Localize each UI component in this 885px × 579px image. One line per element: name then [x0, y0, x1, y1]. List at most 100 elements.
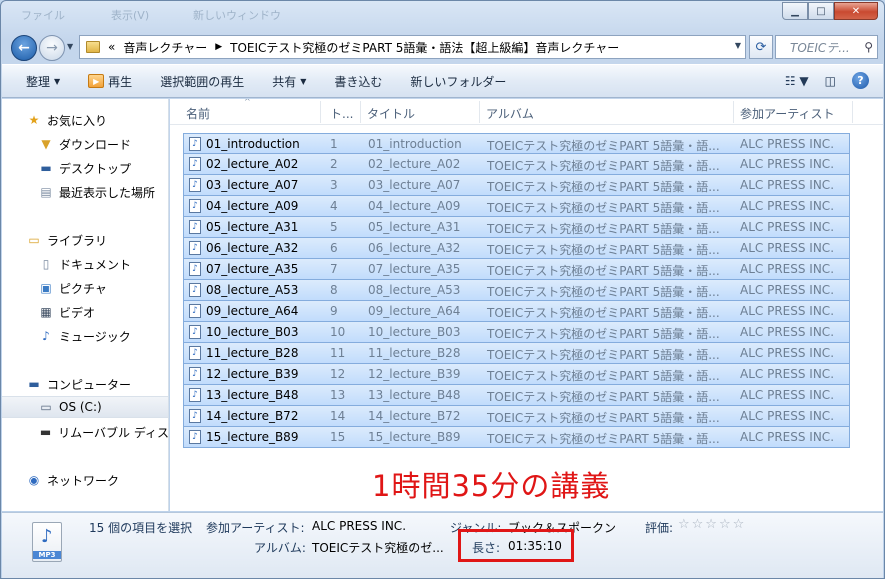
file-row[interactable]: ♪ 05_lecture_A31 5 05_lecture_A31 TOEICテスト究極…: [183, 217, 850, 238]
help-icon[interactable]: ?: [852, 72, 869, 89]
track-title: 08_lecture_A53: [368, 283, 461, 297]
track-title: 02_lecture_A02: [368, 157, 461, 171]
file-row[interactable]: ♪ 08_lecture_A53 8 08_lecture_A53 TOEICテスト究極…: [183, 280, 850, 301]
album-name: TOEICテスト究極のゼミPART 5語彙・語...: [487, 180, 720, 194]
artist-name: ALC PRESS INC.: [740, 346, 835, 360]
sidebar-item-network[interactable]: ◉ ネットワーク: [2, 469, 168, 491]
file-row[interactable]: ♪ 12_lecture_B39 12 12_lecture_B39 TOEICテスト究…: [183, 364, 850, 385]
music-note-icon: ♪: [42, 329, 50, 343]
sidebar-item-removable-disk[interactable]: ▬ リムーバブル ディス: [2, 421, 168, 443]
artist-value[interactable]: ALC PRESS INC.: [312, 519, 406, 533]
file-row[interactable]: ♪ 10_lecture_B03 10 10_lecture_B03 TOEICテスト究…: [183, 322, 850, 343]
column-header-album[interactable]: アルバム: [486, 105, 534, 122]
organize-button[interactable]: 整理 ▼: [26, 73, 60, 90]
file-type-label: MP3: [33, 551, 61, 559]
chevron-down-icon: ▼: [54, 76, 61, 86]
play-button[interactable]: ▶ 再生: [88, 73, 132, 90]
audio-file-icon: ♪: [189, 325, 201, 339]
address-bar[interactable]: « 音声レクチャー ▶ TOEICテスト究極のゼミPART 5語彙・語法【超上級…: [79, 35, 746, 59]
track-number: 7: [330, 262, 338, 276]
recent-pages-dropdown-icon[interactable]: ▼: [67, 42, 73, 51]
audio-file-icon: ♪: [189, 304, 201, 318]
sidebar-item-downloads[interactable]: ▼ ダウンロード: [2, 133, 168, 155]
artist-name: ALC PRESS INC.: [740, 388, 835, 402]
share-button[interactable]: 共有 ▼: [272, 73, 306, 90]
file-row[interactable]: ♪ 14_lecture_B72 14 14_lecture_B72 TOEICテスト究…: [183, 406, 850, 427]
track-number: 2: [330, 157, 338, 171]
sidebar-item-recent-places[interactable]: ▤ 最近表示した場所: [2, 181, 168, 203]
file-row[interactable]: ♪ 13_lecture_B48 13 13_lecture_B48 TOEICテスト究…: [183, 385, 850, 406]
sidebar-item-pictures[interactable]: ▣ ピクチャ: [2, 277, 168, 299]
new-folder-button[interactable]: 新しいフォルダー: [410, 73, 506, 90]
play-selection-label: 選択範囲の再生: [160, 74, 245, 89]
sidebar-label: ミュージック: [59, 329, 131, 344]
column-divider[interactable]: [852, 101, 853, 123]
sidebar-item-desktop[interactable]: ▬ デスクトップ: [2, 157, 168, 179]
sidebar-item-videos[interactable]: ▦ ビデオ: [2, 301, 168, 323]
file-row[interactable]: ♪ 06_lecture_A32 6 06_lecture_A32 TOEICテスト究極…: [183, 238, 850, 259]
refresh-button[interactable]: ⟳: [749, 35, 773, 59]
file-row[interactable]: ♪ 09_lecture_A64 9 09_lecture_A64 TOEICテスト究極…: [183, 301, 850, 322]
column-divider[interactable]: [360, 101, 361, 123]
sidebar-label: ネットワーク: [47, 473, 120, 488]
track-number: 12: [330, 367, 346, 381]
album-name: TOEICテスト究極のゼミPART 5語彙・語...: [487, 306, 720, 320]
sidebar-item-libraries[interactable]: ▭ ライブラリ: [2, 229, 168, 251]
sidebar-item-os-drive[interactable]: ▭ OS (C:): [2, 396, 168, 418]
close-button[interactable]: ✕: [834, 2, 878, 20]
album-value[interactable]: TOEICテスト究極のゼ...: [312, 539, 444, 556]
window-controls: ▁ □ ✕: [782, 2, 878, 20]
maximize-button[interactable]: □: [808, 2, 834, 20]
album-name: TOEICテスト究極のゼミPART 5語彙・語...: [487, 327, 720, 341]
library-icon: ▭: [28, 233, 40, 247]
artist-name: ALC PRESS INC.: [740, 262, 835, 276]
minimize-button[interactable]: ▁: [782, 2, 808, 20]
artist-name: ALC PRESS INC.: [740, 137, 835, 151]
column-header-title[interactable]: タイトル: [367, 105, 415, 122]
breadcrumb-root[interactable]: «: [108, 40, 115, 54]
sidebar-item-music[interactable]: ♪ ミュージック: [2, 325, 168, 347]
column-divider[interactable]: [320, 101, 321, 123]
rating-stars[interactable]: ☆☆☆☆☆: [678, 517, 746, 532]
track-title: 12_lecture_B39: [368, 367, 461, 381]
details-pane: ♪ MP3 15 個の項目を選択 参加アーティスト: ALC PRESS INC…: [2, 512, 883, 578]
file-row[interactable]: ♪ 11_lecture_B28 11 11_lecture_B28 TOEICテスト究…: [183, 343, 850, 364]
breadcrumb-separator-icon[interactable]: ▶: [215, 42, 222, 52]
back-button[interactable]: ←: [11, 35, 37, 61]
track-title: 07_lecture_A35: [368, 262, 461, 276]
forward-button[interactable]: →: [39, 35, 65, 61]
column-divider[interactable]: [733, 101, 734, 123]
file-row[interactable]: ♪ 15_lecture_B89 15 15_lecture_B89 TOEICテスト究…: [183, 427, 850, 448]
burn-button[interactable]: 書き込む: [334, 73, 382, 90]
column-divider[interactable]: [479, 101, 480, 123]
file-row[interactable]: ♪ 04_lecture_A09 4 04_lecture_A09 TOEICテスト究極…: [183, 196, 850, 217]
file-row[interactable]: ♪ 03_lecture_A07 3 03_lecture_A07 TOEICテスト究極…: [183, 175, 850, 196]
play-selection-button[interactable]: 選択範囲の再生: [160, 73, 244, 90]
file-row[interactable]: ♪ 01_introduction 1 01_introduction TOEICテスト…: [183, 133, 850, 154]
track-title: 10_lecture_B03: [368, 325, 461, 339]
file-row[interactable]: ♪ 02_lecture_A02 2 02_lecture_A02 TOEICテスト究極…: [183, 154, 850, 175]
track-number: 4: [330, 199, 338, 213]
file-row[interactable]: ♪ 07_lecture_A35 7 07_lecture_A35 TOEICテスト究極…: [183, 259, 850, 280]
search-input[interactable]: TOEICテ... ⚲: [775, 35, 878, 59]
sidebar-item-computer[interactable]: ▬ コンピューター: [2, 373, 168, 395]
column-header-artist[interactable]: 参加アーティスト: [740, 105, 835, 122]
file-rows: ♪ 01_introduction 1 01_introduction TOEICテスト…: [183, 133, 850, 448]
breadcrumb-item-current-folder[interactable]: TOEICテスト究極のゼミPART 5語彙・語法【超上級編】音声レクチャー: [230, 39, 619, 56]
column-header-track-number[interactable]: ト...: [330, 105, 353, 122]
preview-pane-icon[interactable]: ◫: [825, 74, 836, 88]
sidebar-item-favorites[interactable]: ★ お気に入り: [2, 109, 168, 131]
change-view-icon[interactable]: ☷ ▼: [785, 74, 809, 88]
address-dropdown-icon[interactable]: ▼: [735, 41, 741, 50]
network-icon: ◉: [28, 473, 40, 487]
file-name: 12_lecture_B39: [206, 367, 299, 381]
artist-name: ALC PRESS INC.: [740, 304, 835, 318]
breadcrumb-item-audio-lecture[interactable]: 音声レクチャー: [123, 39, 207, 56]
search-icon[interactable]: ⚲: [864, 40, 873, 54]
file-name: 13_lecture_B48: [206, 388, 299, 402]
artist-name: ALC PRESS INC.: [740, 220, 835, 234]
album-name: TOEICテスト究極のゼミPART 5語彙・語...: [487, 264, 720, 278]
column-header-name[interactable]: 名前: [186, 105, 210, 122]
audio-file-icon: ♪: [189, 262, 201, 276]
sidebar-item-documents[interactable]: ▯ ドキュメント: [2, 253, 168, 275]
